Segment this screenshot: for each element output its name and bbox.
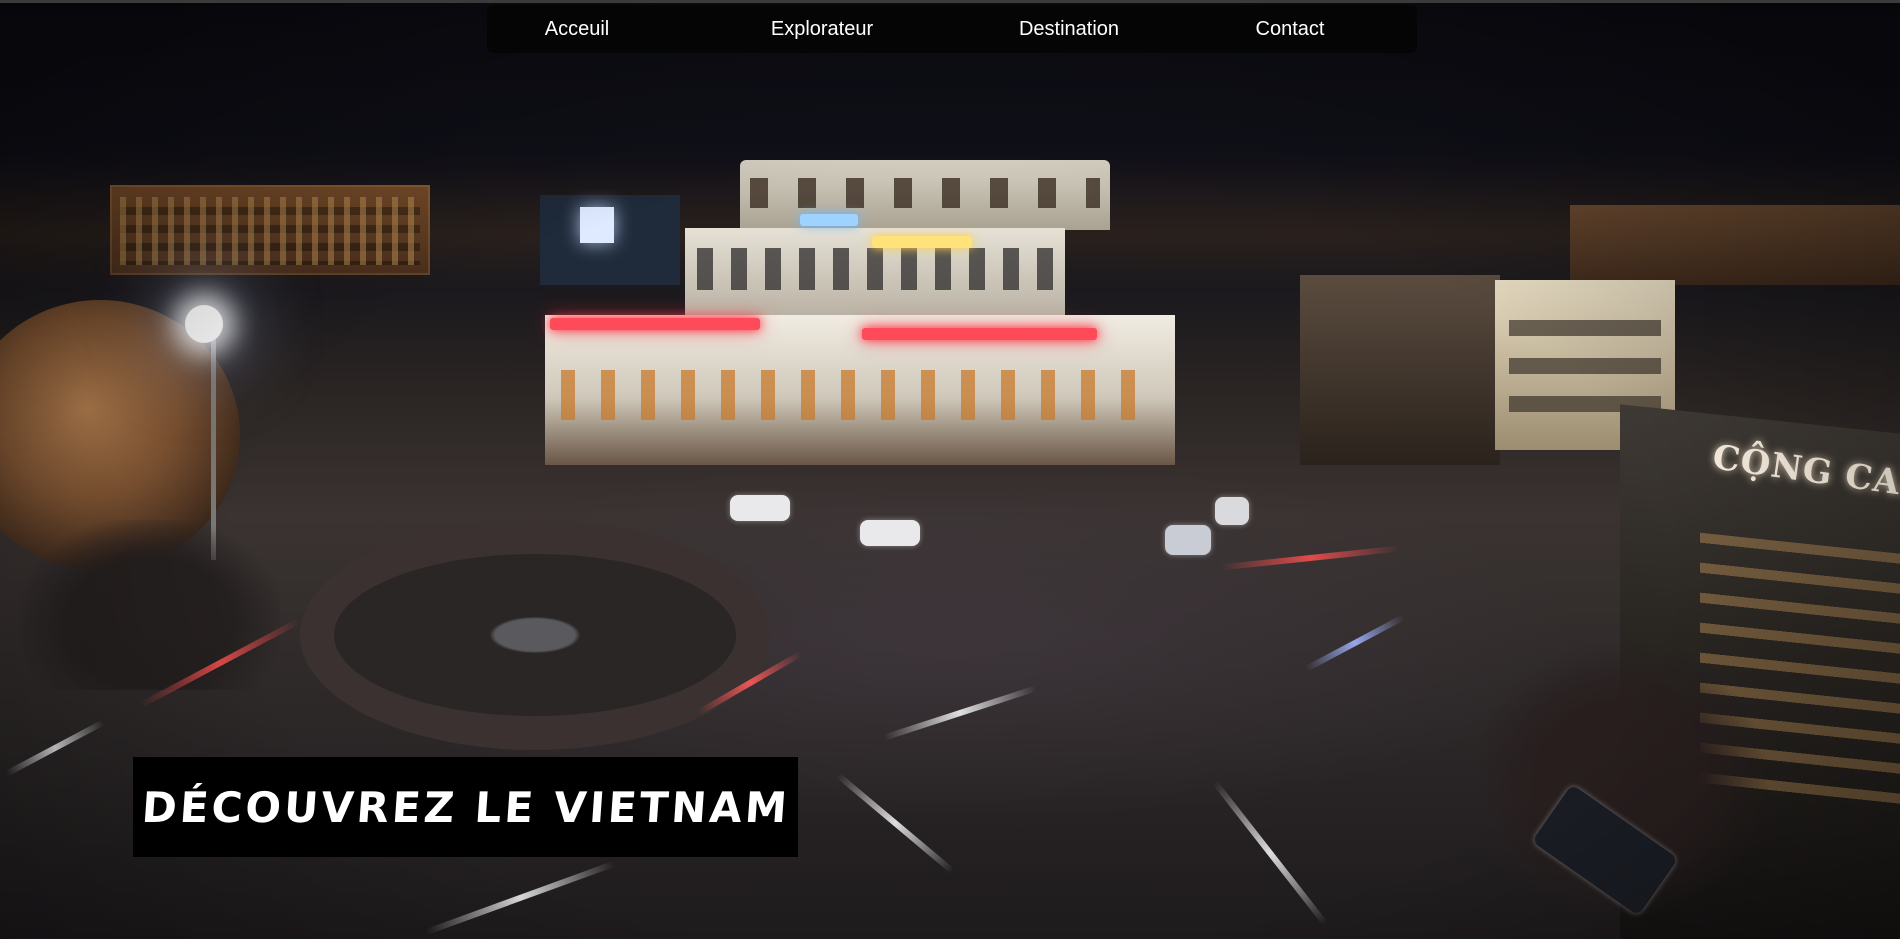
hero-title-box: DÉCOUVREZ LE VIETNAM	[133, 757, 798, 857]
car	[860, 520, 920, 546]
neon-sign-red-right	[862, 328, 1097, 340]
building-main-top	[740, 160, 1110, 230]
building-blue-screen	[540, 195, 680, 285]
page: CỘNG CAF Acceuil Explorateur Destination…	[0, 0, 1900, 939]
car	[730, 495, 790, 521]
neon-sign-red-left	[550, 318, 760, 330]
neon-sign-blue	[800, 214, 858, 226]
neon-sign-yellow	[872, 236, 972, 248]
building-left	[110, 185, 430, 275]
crowd-left	[20, 520, 280, 690]
hero-title: DÉCOUVREZ LE VIETNAM	[139, 782, 792, 832]
light-streak	[425, 860, 615, 936]
light-streak	[1212, 780, 1328, 926]
light-streak	[882, 685, 1038, 741]
main-navbar: Acceuil Explorateur Destination Contact	[487, 5, 1417, 53]
car	[1215, 497, 1249, 525]
building-right-low	[1300, 275, 1500, 465]
roundabout	[300, 520, 770, 750]
light-streak	[5, 719, 105, 777]
nav-link-destination[interactable]: Destination	[1009, 5, 1129, 53]
nav-link-contact[interactable]: Contact	[1245, 5, 1335, 53]
light-streak	[835, 772, 955, 874]
street-lamp-icon	[185, 305, 223, 343]
top-border	[0, 0, 1900, 3]
building-right-far	[1570, 205, 1900, 285]
car	[1165, 525, 1211, 555]
light-streak	[1305, 614, 1405, 672]
nav-link-acceuil[interactable]: Acceuil	[537, 5, 617, 53]
nav-link-explorateur[interactable]: Explorateur	[762, 5, 882, 53]
light-streak	[1220, 545, 1400, 571]
